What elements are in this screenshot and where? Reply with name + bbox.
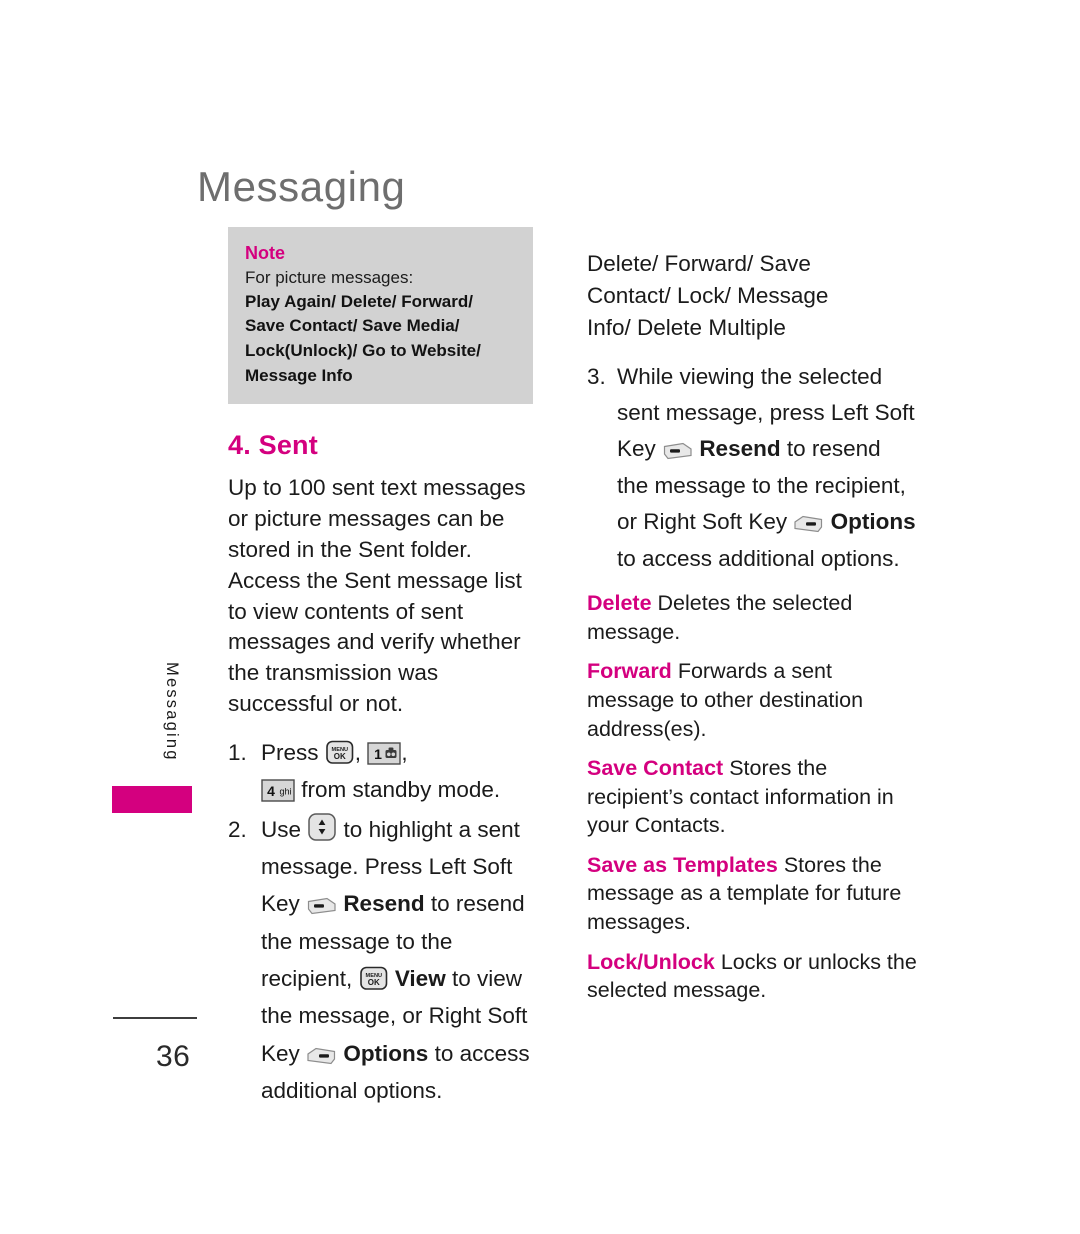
step-1-text-a: Press: [261, 739, 319, 765]
svg-text:OK: OK: [334, 752, 346, 761]
right-soft-key-icon: [793, 514, 824, 534]
note-option-line: Play Again/ Delete/ Forward/: [245, 291, 473, 311]
step-3: 3. While viewing the selected sent messa…: [587, 359, 917, 578]
step-2-resend-label: Resend: [343, 891, 425, 917]
side-tab: Messaging: [112, 660, 193, 820]
note-box: Note For picture messages: Play Again/ D…: [228, 227, 533, 405]
right-soft-key-icon: [306, 1046, 337, 1066]
left-column: Note For picture messages: Play Again/ D…: [228, 227, 546, 1111]
note-title: Note: [245, 243, 285, 263]
menu-ok-key-icon: MENU OK: [325, 740, 355, 765]
step-2-view-label: View: [394, 965, 446, 991]
svg-text:ghi: ghi: [279, 787, 291, 797]
options-heading-line: Info/ Delete Multiple: [587, 315, 786, 341]
step-2: 2. Use to highlight a sent message. Pres…: [228, 811, 546, 1110]
menu-ok-key-icon: MENU OK: [359, 966, 389, 991]
note-intro: For picture messages:: [245, 268, 414, 288]
step-1-number: 1.: [228, 739, 247, 765]
left-soft-key-icon: [662, 441, 693, 461]
definition-term: Lock/Unlock: [587, 949, 715, 974]
page-title: Messaging: [197, 163, 406, 210]
step-3-text-d: to access additional options.: [617, 545, 900, 571]
step-3-text-c: Right Soft Key: [643, 509, 788, 535]
manual-page: Messaging 36 Messaging Note For picture …: [0, 0, 1080, 1234]
definition-delete: Delete Deletes the selected message.: [587, 589, 917, 646]
page-number-rule: [113, 1017, 197, 1019]
step-1: 1. Press MENU OK , 1 , 4 ghi from standby …: [228, 734, 546, 809]
page-number: 36: [156, 1040, 191, 1073]
definition-save-as-templates: Save as Templates Stores the message as …: [587, 851, 917, 937]
step-1-sep-1: ,: [354, 739, 362, 765]
step-2-options-label: Options: [343, 1040, 429, 1066]
options-heading-line: Delete/ Forward/ Save: [587, 251, 811, 276]
definition-term: Forward: [587, 659, 672, 684]
side-tab-color-block: [112, 786, 192, 813]
definition-term: Delete: [587, 591, 652, 616]
section-intro-paragraph: Up to 100 sent text messages or picture …: [228, 475, 526, 716]
navigation-up-down-key-icon: [307, 812, 337, 842]
step-1-sep-2: ,: [401, 739, 408, 765]
step-1-text-b: from standby mode.: [301, 777, 501, 803]
number-4-ghi-key-icon: 4 ghi: [261, 779, 295, 802]
number-1-key-icon: 1: [367, 742, 402, 765]
options-heading: Delete/ Forward/ Save Contact/ Lock/ Mes…: [587, 248, 917, 345]
svg-text:OK: OK: [367, 978, 379, 987]
svg-text:1: 1: [374, 746, 382, 762]
step-3-number: 3.: [587, 363, 606, 389]
step-3-resend-label: Resend: [699, 436, 781, 462]
svg-text:4: 4: [267, 783, 275, 799]
step-2-text-a: Use: [261, 816, 302, 842]
note-option-line: Lock(Unlock)/ Go to Website/: [245, 341, 481, 361]
note-option-line: Message Info: [245, 365, 353, 385]
section-heading: 4. Sent: [228, 430, 318, 461]
definition-lock-unlock: Lock/Unlock Locks or unlocks the selecte…: [587, 948, 917, 1005]
definition-save-contact: Save Contact Stores the recipient’s cont…: [587, 754, 917, 840]
right-column: Delete/ Forward/ Save Contact/ Lock/ Mes…: [587, 248, 917, 1016]
step-2-number: 2.: [228, 816, 247, 842]
definition-term: Save Contact: [587, 756, 724, 781]
step-3-options-label: Options: [830, 509, 916, 535]
note-option-line: Save Contact/ Save Media/: [245, 316, 460, 336]
options-heading-line: Contact/ Lock/ Message: [587, 283, 829, 309]
definition-forward: Forward Forwards a sent message to other…: [587, 657, 917, 743]
note-option-list: Play Again/ Delete/ Forward/ Save Contac…: [245, 290, 517, 389]
definition-term: Save as Templates: [587, 852, 778, 877]
left-soft-key-icon: [306, 896, 337, 916]
